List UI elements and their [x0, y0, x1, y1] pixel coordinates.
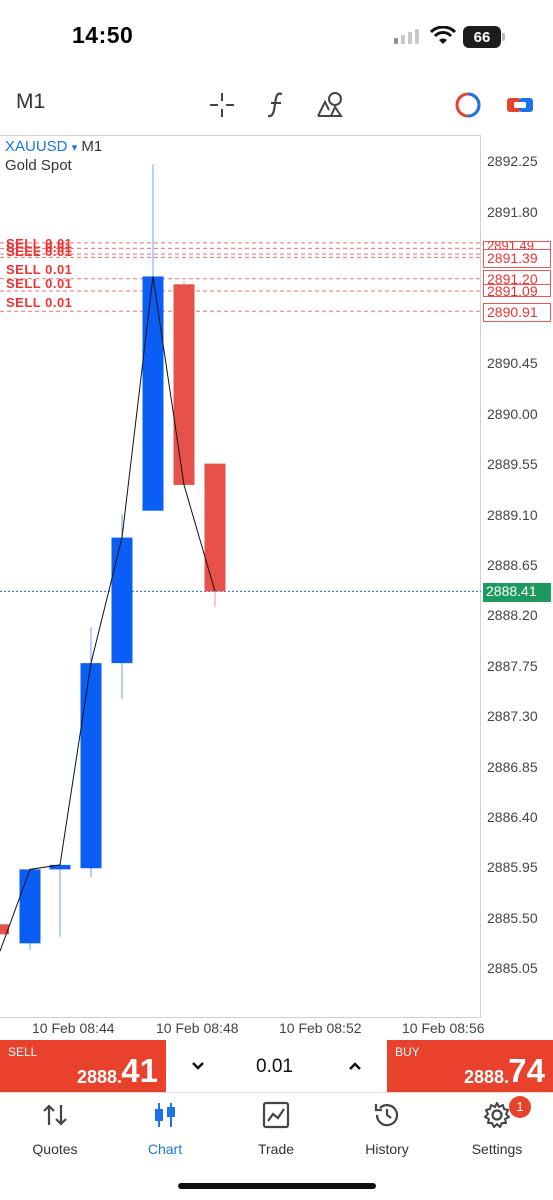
tab-quotes[interactable]: Quotes [0, 1100, 110, 1157]
order-price-box: 2890.91 [483, 303, 551, 322]
y-tick: 2890.45 [487, 355, 538, 371]
order-price-box: 2891.39 [483, 249, 551, 268]
objects-icon[interactable] [315, 90, 345, 118]
candle-body [173, 284, 195, 485]
chevron-down-icon [192, 1062, 204, 1070]
candle-body [80, 663, 102, 869]
divider [0, 1092, 553, 1093]
status-time: 14:50 [72, 22, 134, 48]
candle-body [111, 537, 133, 664]
wifi-icon [430, 26, 456, 44]
sell-price-main: 2888. [76, 1067, 122, 1087]
timeframe-selector[interactable]: M1 [16, 90, 45, 114]
tab-chart[interactable]: Chart [110, 1100, 220, 1157]
order-label[interactable]: SELL 0.01 [6, 262, 72, 277]
order-label[interactable]: SELL 0.01 [6, 244, 72, 259]
tab-label: Settings [471, 1141, 523, 1157]
order-label[interactable]: SELL 0.01 [6, 295, 72, 310]
notification-badge: 1 [509, 1096, 531, 1118]
y-tick: 2886.85 [487, 759, 538, 775]
y-tick: 2890.00 [487, 406, 538, 422]
buy-label: BUY [395, 1045, 420, 1059]
y-tick: 2891.80 [487, 204, 538, 220]
y-tick: 2889.55 [487, 456, 538, 472]
y-tick: 2887.30 [487, 708, 538, 724]
chevron-up-icon [349, 1062, 361, 1070]
home-indicator [178, 1183, 376, 1189]
signal-icon [394, 29, 419, 44]
tab-label: Trade [257, 1141, 295, 1157]
y-tick: 2889.10 [487, 507, 538, 523]
order-price-box: 2891.09 [483, 284, 551, 297]
sell-button[interactable]: SELL 2888. 41 [0, 1040, 166, 1092]
y-tick: 2888.65 [487, 557, 538, 573]
battery-icon: 66 [463, 26, 501, 48]
toggle-icon[interactable] [454, 91, 482, 119]
y-tick: 2892.25 [487, 153, 538, 169]
tab-label: History [365, 1141, 409, 1157]
volume-increase-button[interactable] [347, 1055, 363, 1079]
tab-settings[interactable]: Settings [442, 1100, 552, 1157]
buy-price-main: 2888. [463, 1067, 509, 1087]
x-tick: 10 Feb 08:52 [279, 1020, 362, 1036]
sell-label: SELL [8, 1045, 38, 1059]
current-price-box: 2888.41 [483, 583, 551, 602]
sell-price-digits: 41 [121, 1052, 158, 1089]
chart-icon [155, 1103, 175, 1127]
tab-label: Quotes [32, 1141, 78, 1157]
candle-body [204, 463, 226, 592]
y-tick: 2885.50 [487, 910, 538, 926]
tab-trade[interactable]: Trade [221, 1100, 331, 1157]
x-tick: 10 Feb 08:44 [32, 1020, 115, 1036]
y-tick: 2886.40 [487, 809, 538, 825]
y-tick: 2888.20 [487, 607, 538, 623]
volume-value[interactable]: 0.01 [256, 1056, 293, 1078]
volume-decrease-button[interactable] [190, 1055, 206, 1079]
buy-price-digits: 74 [508, 1052, 545, 1089]
x-tick: 10 Feb 08:56 [402, 1020, 485, 1036]
link-icon[interactable] [505, 93, 535, 117]
candle-body [19, 869, 41, 944]
order-label[interactable]: SELL 0.01 [6, 276, 72, 291]
y-tick: 2885.05 [487, 960, 538, 976]
buy-button[interactable]: BUY 2888. 74 [387, 1040, 553, 1092]
crosshair-icon[interactable] [208, 91, 236, 119]
quotes-icon [43, 1104, 67, 1126]
tab-history[interactable]: History [332, 1100, 442, 1157]
history-icon [374, 1104, 399, 1127]
candle-body [142, 276, 164, 511]
y-tick: 2887.75 [487, 658, 538, 674]
function-icon[interactable] [264, 90, 288, 120]
battery-tip [502, 33, 505, 41]
y-tick: 2885.95 [487, 859, 538, 875]
trade-icon [262, 1101, 290, 1129]
tab-label: Chart [147, 1141, 183, 1157]
x-tick: 10 Feb 08:48 [156, 1020, 239, 1036]
settings-icon [484, 1102, 510, 1128]
